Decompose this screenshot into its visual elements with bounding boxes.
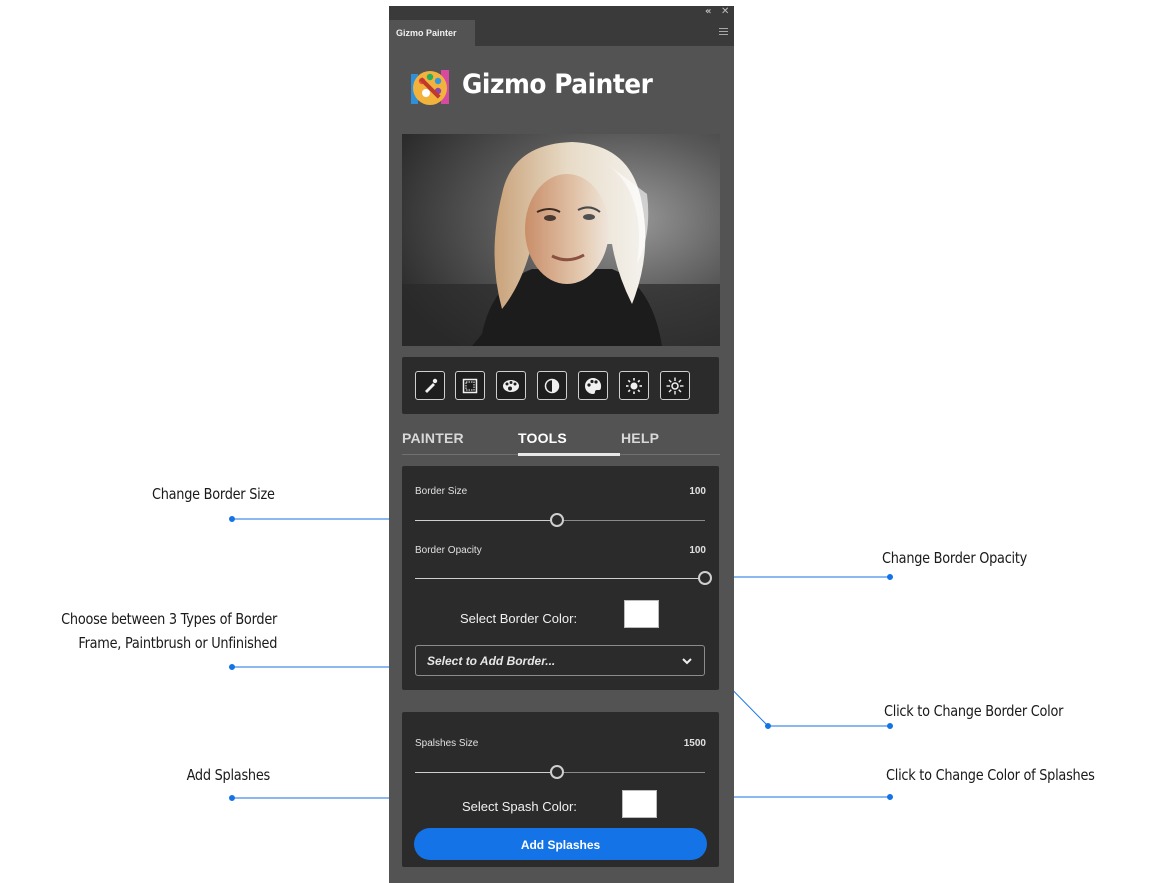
close-icon[interactable]: ✕ — [721, 6, 729, 18]
panel-tabs: PAINTER TOOLS HELP — [402, 426, 720, 456]
contrast-tool-button[interactable] — [537, 371, 567, 400]
splashes-settings-card: Spalshes Size 1500 Select Spash Color: A… — [402, 712, 719, 867]
border-type-select[interactable]: Select to Add Border... — [415, 645, 705, 676]
hamburger-menu-icon[interactable] — [719, 28, 728, 37]
contrast-icon — [544, 378, 560, 393]
panel-tabbar: Gizmo Painter — [389, 20, 734, 46]
brightness-high-tool-button[interactable] — [660, 371, 690, 400]
brightness-high-icon — [666, 377, 684, 394]
border-size-slider[interactable] — [415, 513, 705, 527]
app-logo: Gizmo Painter — [407, 66, 707, 110]
annotation-border-size: Change Border Size — [152, 485, 275, 503]
annotation-border-opacity: Change Border Opacity — [882, 549, 1028, 567]
brightness-low-icon — [626, 377, 642, 394]
border-frame-icon — [462, 378, 478, 393]
gizmo-painter-panel: « ✕ Gizmo Painter Gizmo Painter PAINTER … — [389, 6, 734, 883]
annotation-border-type-line1: Choose between 3 Types of Border — [61, 610, 277, 628]
border-color-swatch[interactable] — [624, 600, 659, 628]
active-tab-indicator — [518, 453, 620, 456]
border-opacity-label: Border Opacity — [415, 545, 482, 556]
brush-icon — [425, 378, 438, 393]
border-size-value: 100 — [689, 486, 706, 497]
palette-icon — [503, 379, 519, 392]
border-opacity-slider-thumb[interactable] — [698, 571, 712, 585]
annotation-add-splashes: Add Splashes — [186, 766, 271, 784]
border-type-select-value: Select to Add Border... — [427, 654, 556, 668]
annotation-splash-color: Click to Change Color of Splashes — [886, 766, 1095, 784]
border-size-label: Border Size — [415, 486, 468, 497]
panel-tab-gizmo-painter[interactable]: Gizmo Painter — [389, 20, 475, 46]
collapse-icon[interactable]: « — [705, 6, 711, 18]
chevron-down-icon — [682, 658, 692, 665]
app-title: Gizmo Painter — [462, 69, 653, 100]
brush-tool-button[interactable] — [415, 371, 445, 400]
tab-help[interactable]: HELP — [621, 430, 659, 446]
border-tool-button[interactable] — [455, 371, 485, 400]
add-splashes-button[interactable]: Add Splashes — [414, 828, 707, 860]
splashes-size-value: 1500 — [683, 738, 706, 749]
tab-tools[interactable]: TOOLS — [518, 430, 567, 446]
splashes-size-slider[interactable] — [415, 765, 705, 779]
panel-titlebar: « ✕ — [389, 6, 734, 20]
border-size-slider-thumb[interactable] — [550, 513, 565, 527]
preview-image — [402, 134, 720, 346]
border-opacity-slider[interactable] — [415, 571, 712, 585]
annotation-border-color: Click to Change Border Color — [884, 702, 1064, 720]
palette-tool-button[interactable] — [496, 371, 526, 400]
splashes-size-label: Spalshes Size — [415, 738, 479, 749]
palette-icon — [411, 70, 449, 105]
tab-painter[interactable]: PAINTER — [402, 430, 464, 446]
border-color-label: Select Border Color: — [460, 611, 578, 626]
splashes-size-slider-thumb[interactable] — [550, 765, 565, 779]
tool-strip — [402, 357, 719, 414]
border-opacity-value: 100 — [689, 545, 706, 556]
border-settings-card: Border Size 100 Border Opacity 100 Selec… — [402, 466, 719, 690]
color-tool-button[interactable] — [578, 371, 608, 400]
splash-color-label: Select Spash Color: — [462, 799, 577, 814]
brightness-low-tool-button[interactable] — [619, 371, 649, 400]
splash-color-swatch[interactable] — [622, 790, 657, 818]
color-palette-icon — [585, 377, 602, 394]
annotation-border-type-line2: Frame, Paintbrush or Unfinished — [78, 634, 277, 652]
